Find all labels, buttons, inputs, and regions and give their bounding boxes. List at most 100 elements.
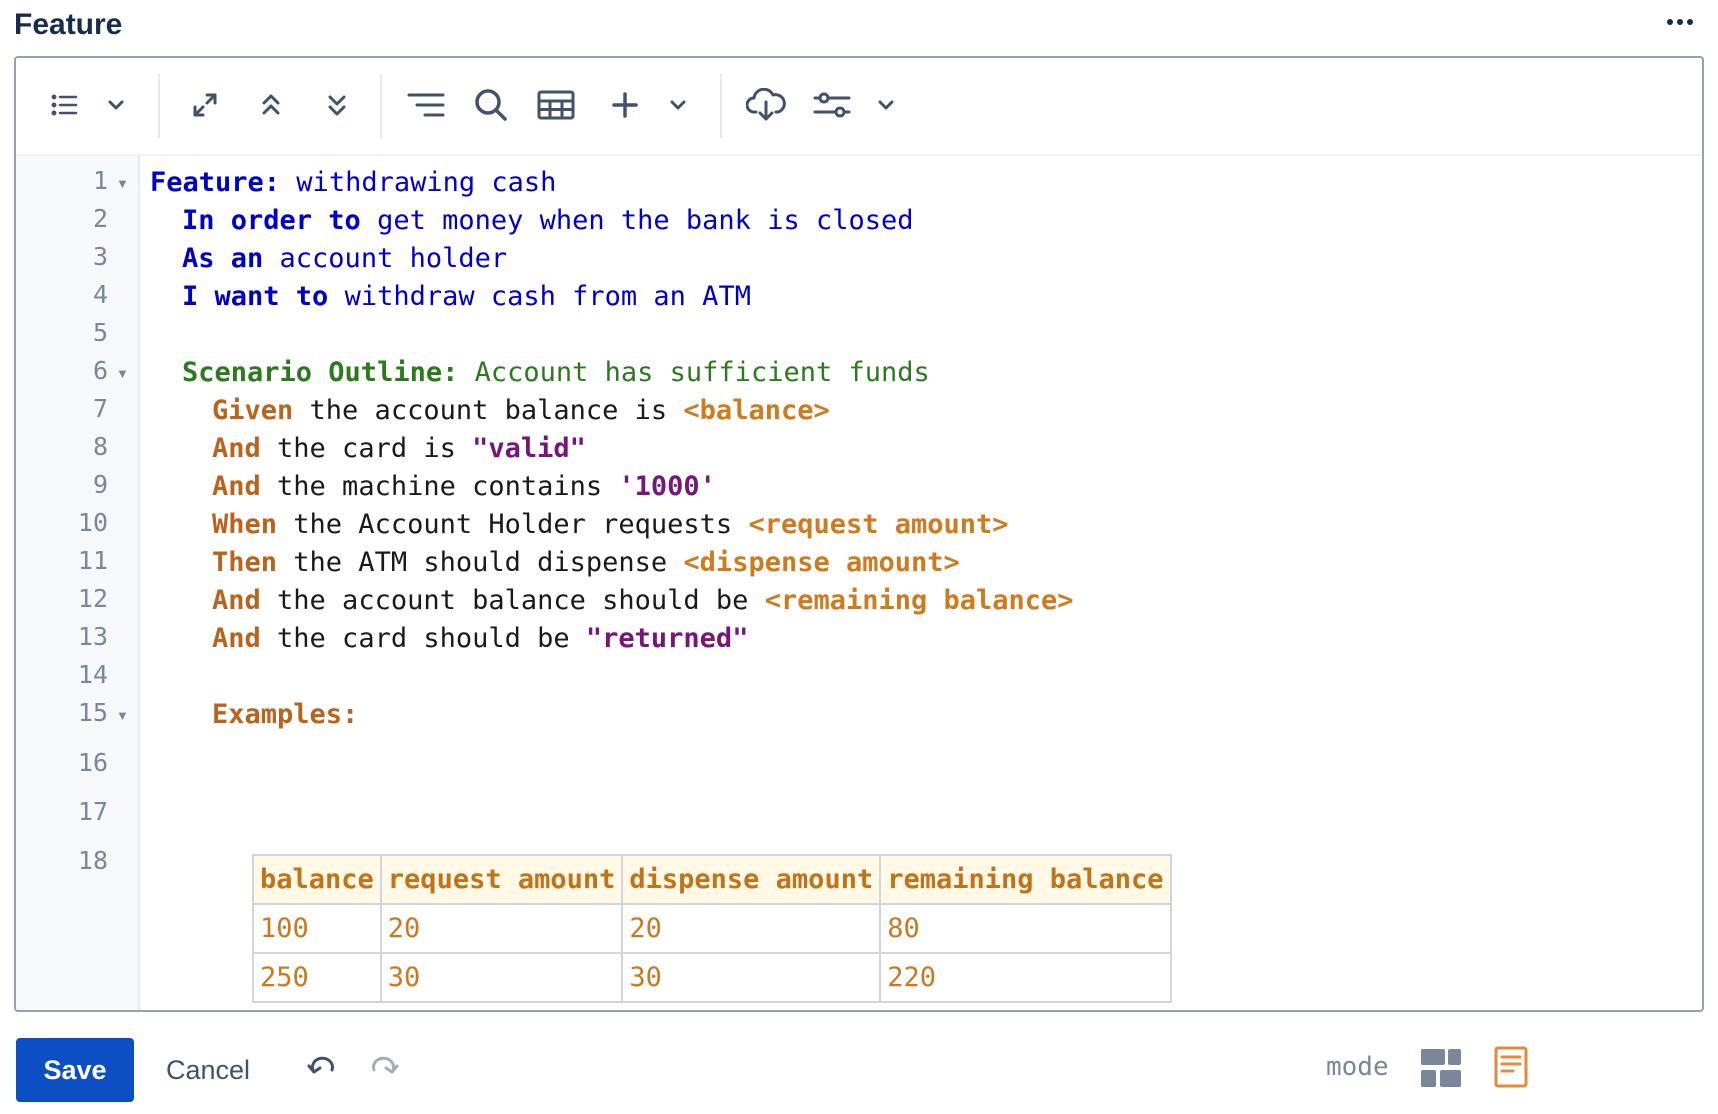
line-number: 8 bbox=[92, 432, 108, 461]
step-parameter: <request amount> bbox=[748, 509, 1009, 540]
align-right-icon bbox=[407, 93, 445, 117]
expand-all-button[interactable] bbox=[322, 80, 352, 130]
step-text: the Account Holder requests bbox=[277, 509, 749, 540]
code-line: As an account holder bbox=[182, 238, 507, 280]
table-cell[interactable]: 250 bbox=[252, 952, 382, 1003]
expand-icon bbox=[193, 93, 217, 117]
table-header-cell[interactable]: remaining balance bbox=[879, 854, 1172, 905]
page-title: Feature bbox=[14, 8, 123, 41]
scenario-title: Account has sufficient funds bbox=[458, 357, 930, 388]
step-text: the account balance is bbox=[293, 395, 684, 426]
step-string: "valid" bbox=[472, 433, 586, 464]
more-icon bbox=[1667, 19, 1693, 25]
step-parameter: <remaining balance> bbox=[764, 585, 1074, 616]
feature-text: withdrawing cash bbox=[280, 167, 557, 198]
step-keyword: And bbox=[212, 471, 261, 502]
step-text: the ATM should dispense bbox=[277, 547, 684, 578]
download-button[interactable] bbox=[746, 80, 786, 130]
plus-icon bbox=[612, 92, 638, 118]
grid-mode-button[interactable] bbox=[1420, 1048, 1462, 1090]
line-number: 11 bbox=[77, 546, 108, 575]
line-number: 12 bbox=[77, 584, 108, 613]
step-keyword: When bbox=[212, 509, 278, 540]
line-number: 15 bbox=[77, 698, 108, 727]
table-cell[interactable]: 30 bbox=[379, 952, 624, 1003]
document-mode-button[interactable] bbox=[1494, 1046, 1530, 1090]
editor-footer: Save Cancel mode bbox=[16, 1038, 1706, 1104]
collapse-all-button[interactable] bbox=[256, 80, 286, 130]
more-options-button[interactable] bbox=[1662, 4, 1698, 40]
undo-button[interactable] bbox=[306, 1052, 342, 1088]
table-cell[interactable]: 20 bbox=[621, 903, 882, 954]
format-button[interactable] bbox=[406, 80, 446, 130]
insert-button[interactable] bbox=[610, 80, 640, 130]
save-button[interactable]: Save bbox=[16, 1038, 134, 1102]
fold-toggle-icon[interactable]: ▼ bbox=[116, 176, 129, 191]
step-parameter: <balance> bbox=[683, 395, 830, 426]
step-keyword: Then bbox=[212, 547, 278, 578]
table-header-row: balance request amount dispense amount r… bbox=[252, 854, 1172, 905]
toolbar-divider bbox=[720, 74, 722, 138]
step-parameter: <dispense amount> bbox=[683, 547, 960, 578]
fullscreen-button[interactable] bbox=[186, 80, 224, 130]
expand-down-icon bbox=[328, 95, 346, 116]
code-line: Given the account balance is <balance> bbox=[212, 390, 830, 432]
toolbar-divider bbox=[380, 74, 382, 138]
line-number: 10 bbox=[77, 508, 108, 537]
gherkin-keyword: Scenario Outline: bbox=[182, 357, 459, 388]
table-header-cell[interactable]: dispense amount bbox=[621, 854, 882, 905]
step-keyword: Given bbox=[212, 395, 294, 426]
line-number-gutter: 1 ▼ 2 3 4 5 6 ▼ 7 8 9 10 11 12 13 14 15 … bbox=[16, 156, 140, 1010]
step-string: "returned" bbox=[585, 623, 749, 654]
line-number: 16 bbox=[77, 748, 108, 777]
table-row: 100 20 20 80 bbox=[252, 903, 1172, 954]
line-number: 3 bbox=[92, 242, 108, 271]
gherkin-keyword: As an bbox=[182, 243, 264, 274]
outline-dropdown[interactable] bbox=[102, 80, 130, 130]
line-number: 4 bbox=[92, 280, 108, 309]
table-header-cell[interactable]: request amount bbox=[379, 854, 624, 905]
sliders-icon bbox=[813, 92, 851, 118]
insert-dropdown[interactable] bbox=[664, 80, 692, 130]
settings-button[interactable] bbox=[812, 80, 852, 130]
step-keyword: And bbox=[212, 433, 261, 464]
settings-dropdown[interactable] bbox=[872, 80, 900, 130]
outline-list-button[interactable] bbox=[46, 80, 82, 130]
code-line: Then the ATM should dispense <dispense a… bbox=[212, 542, 960, 584]
code-line: Examples: bbox=[212, 694, 358, 736]
fold-toggle-icon[interactable]: ▼ bbox=[116, 366, 129, 381]
line-number: 13 bbox=[77, 622, 108, 651]
code-editor[interactable]: 1 ▼ 2 3 4 5 6 ▼ 7 8 9 10 11 12 13 14 15 … bbox=[14, 56, 1704, 1012]
code-content[interactable]: Feature: withdrawing cash In order to ge… bbox=[146, 156, 1702, 1010]
code-line: And the card should be "returned" bbox=[212, 618, 748, 660]
line-number: 18 bbox=[77, 846, 108, 875]
narrative-text: withdraw cash from an ATM bbox=[328, 281, 751, 312]
table-cell[interactable]: 100 bbox=[252, 903, 382, 954]
redo-button[interactable] bbox=[370, 1052, 406, 1088]
insert-table-button[interactable] bbox=[536, 80, 576, 130]
line-number: 6 bbox=[92, 356, 108, 385]
step-keyword: And bbox=[212, 623, 261, 654]
document-icon bbox=[1494, 1046, 1528, 1088]
table-cell[interactable]: 220 bbox=[879, 952, 1172, 1003]
table-cell[interactable]: 80 bbox=[879, 903, 1172, 954]
examples-table[interactable]: balance request amount dispense amount r… bbox=[252, 854, 1172, 1003]
line-number: 17 bbox=[77, 797, 108, 826]
fold-toggle-icon[interactable]: ▼ bbox=[116, 708, 129, 723]
cancel-button[interactable]: Cancel bbox=[148, 1038, 268, 1102]
cloud-download-icon bbox=[746, 88, 786, 121]
gherkin-keyword: In order to bbox=[182, 205, 361, 236]
search-button[interactable] bbox=[472, 80, 510, 130]
table-cell[interactable]: 20 bbox=[379, 903, 624, 954]
line-number: 5 bbox=[92, 318, 108, 347]
step-string: '1000' bbox=[618, 471, 716, 502]
step-text: the card is bbox=[260, 433, 473, 464]
table-row: 250 30 30 220 bbox=[252, 952, 1172, 1003]
line-number: 14 bbox=[77, 660, 108, 689]
table-cell[interactable]: 30 bbox=[621, 952, 882, 1003]
table-header-cell[interactable]: balance bbox=[252, 854, 382, 905]
mode-label: mode bbox=[1326, 1052, 1389, 1082]
table-icon bbox=[537, 90, 575, 120]
title-bar: Feature bbox=[14, 0, 1706, 52]
gherkin-keyword: Feature: bbox=[150, 167, 281, 198]
